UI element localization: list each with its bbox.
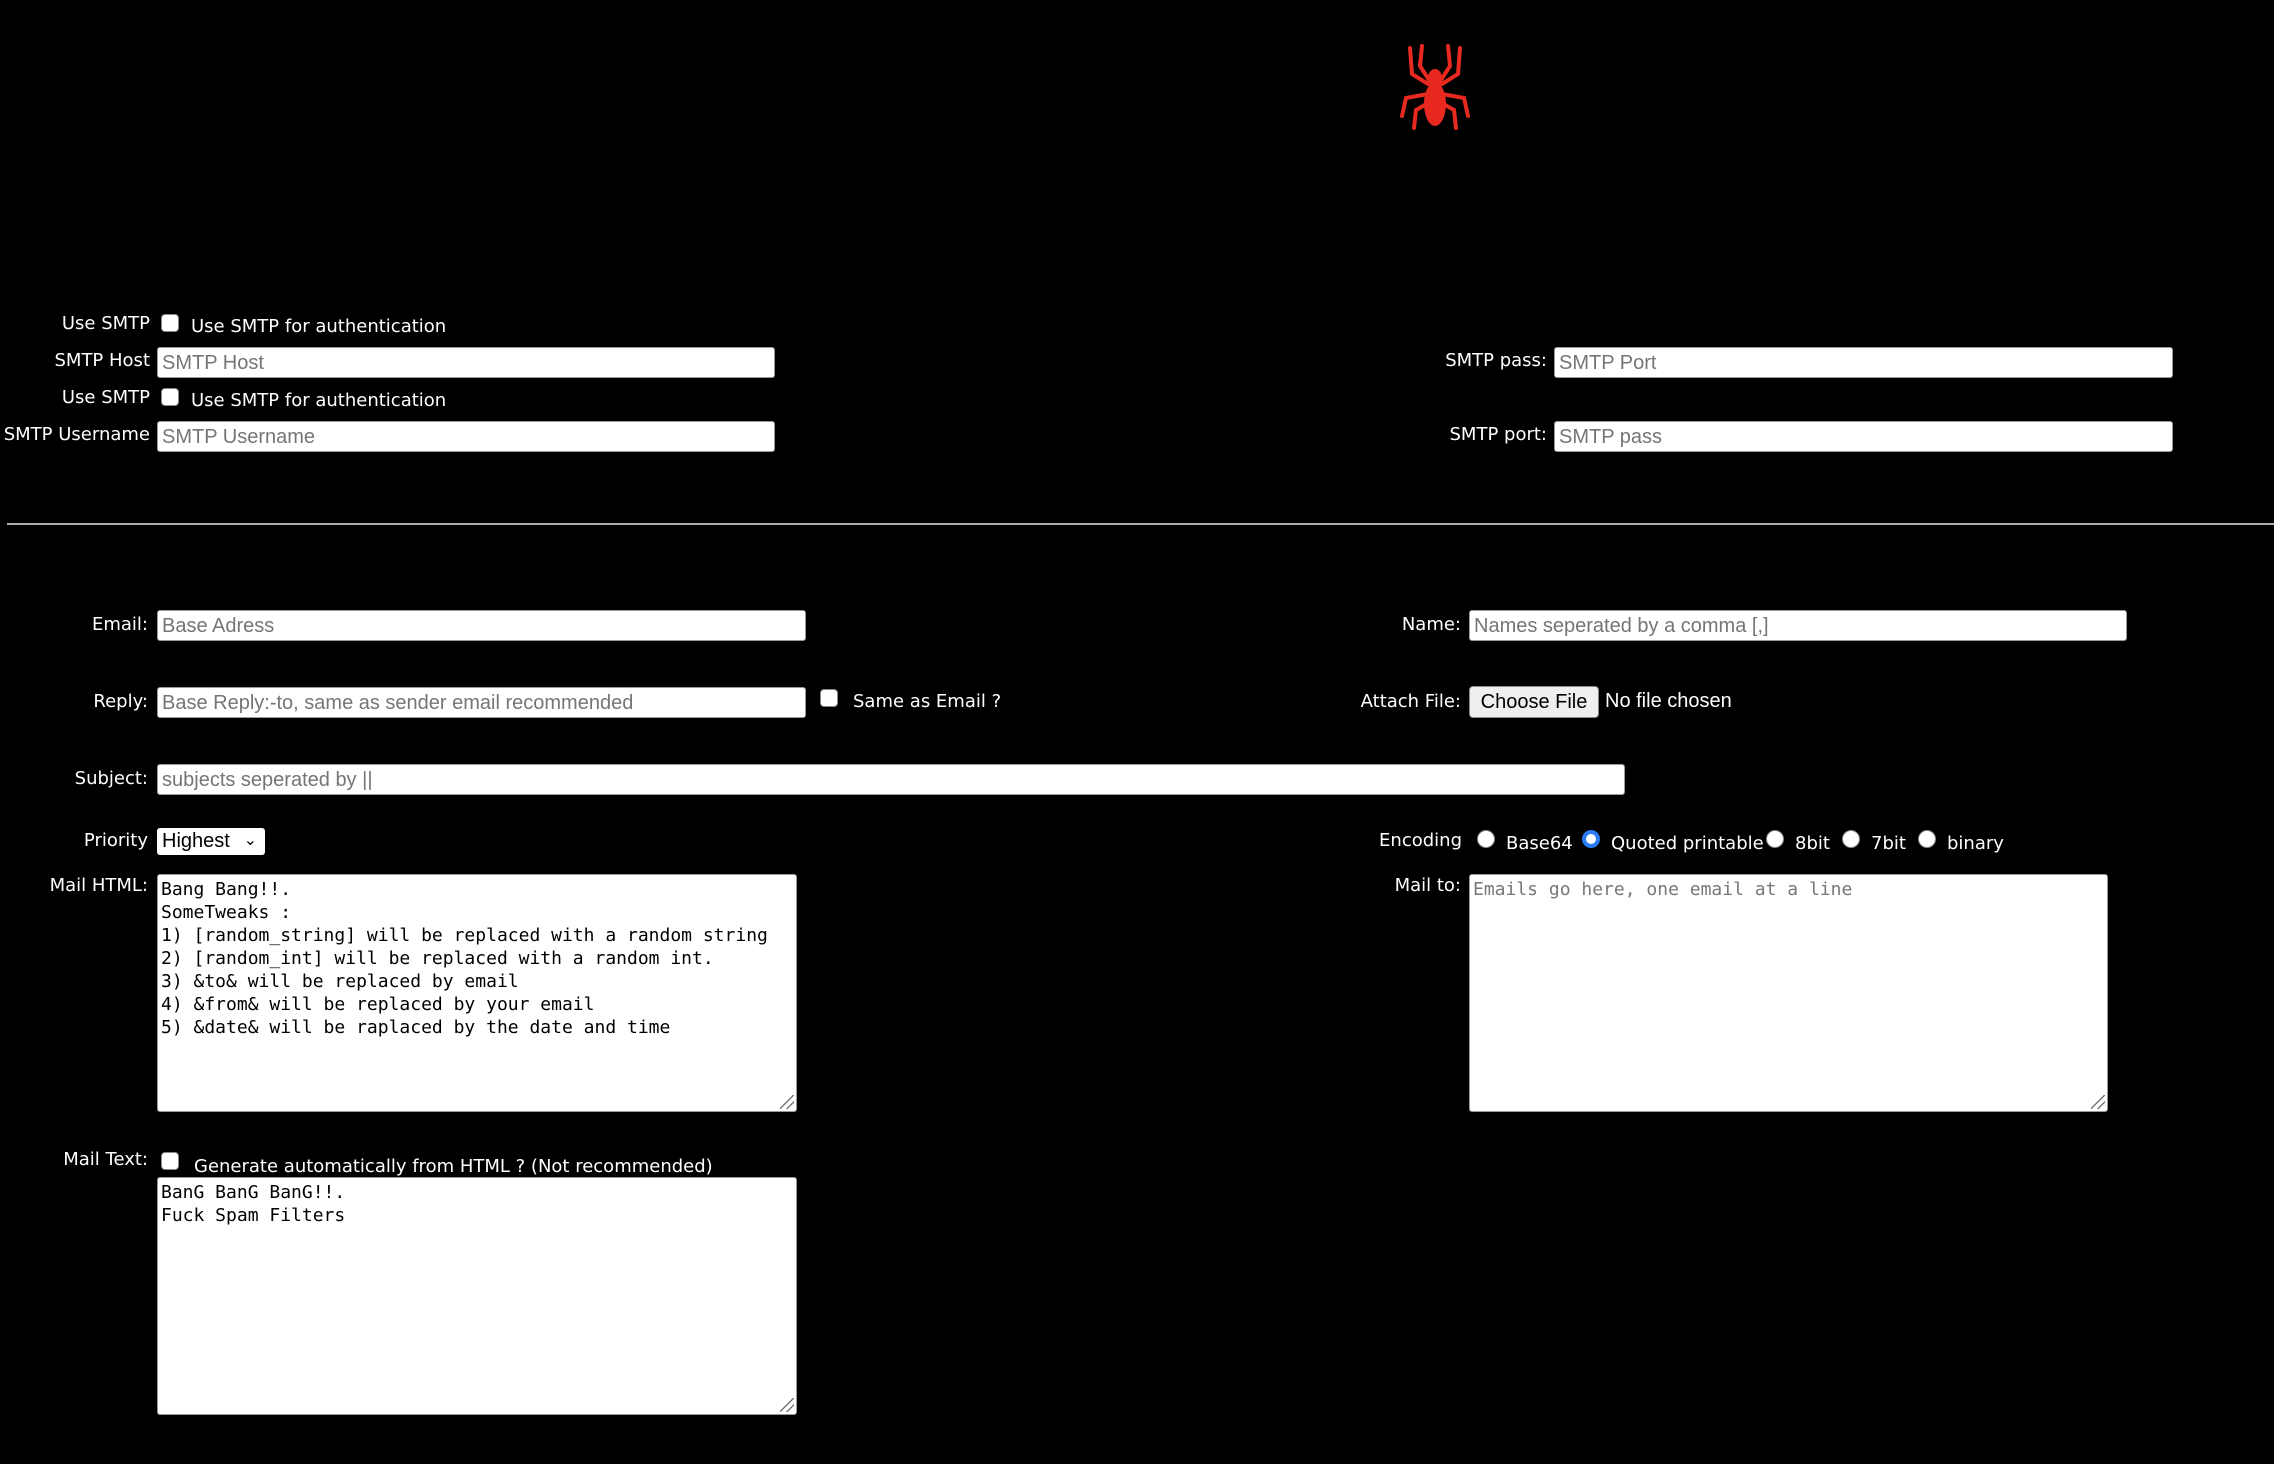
encoding-binary: binary — [1947, 833, 2004, 854]
generate-auto-text: Generate automatically from HTML ? (Not … — [194, 1156, 713, 1177]
encoding-quoted-printable: Quoted printable — [1611, 833, 1764, 854]
radio-8bit[interactable] — [1766, 830, 1784, 848]
radio-7bit[interactable] — [1842, 830, 1860, 848]
generate-auto-checkbox[interactable] — [161, 1152, 179, 1170]
radio-binary[interactable] — [1918, 830, 1936, 848]
encoding-base64: Base64 — [1506, 833, 1573, 854]
name-label: Name: — [1401, 614, 1461, 635]
subject-label: Subject: — [74, 768, 148, 789]
reply-label: Reply: — [93, 691, 148, 712]
priority-label: Priority — [83, 830, 148, 851]
same-as-email-text: Same as Email ? — [853, 691, 1002, 712]
smtp-host-label: SMTP Host — [54, 350, 150, 371]
encoding-7bit: 7bit — [1871, 833, 1906, 854]
smtp-pass-input[interactable]: SMTP Port — [1554, 347, 2173, 378]
reply-input[interactable]: Base Reply:-to, same as sender email rec… — [157, 687, 806, 718]
mail-html-label: Mail HTML: — [49, 875, 148, 896]
resize-handle[interactable] — [2091, 1095, 2105, 1109]
mail-text-label: Mail Text: — [63, 1149, 148, 1170]
spider-icon — [1400, 44, 1470, 130]
encoding-label: Encoding — [1379, 830, 1462, 851]
smtp-host-input[interactable]: SMTP Host — [157, 347, 775, 378]
mail-text-textarea[interactable]: BanG BanG BanG!!. Fuck Spam Filters — [157, 1177, 797, 1415]
mail-text-value: BanG BanG BanG!!. Fuck Spam Filters — [161, 1182, 346, 1226]
use-smtp-checkbox[interactable] — [161, 314, 179, 332]
use-smtp-text: Use SMTP for authentication — [191, 316, 447, 337]
mail-to-placeholder: Emails go here, one email at a line — [1473, 879, 1853, 900]
mail-to-textarea[interactable]: Emails go here, one email at a line — [1469, 874, 2108, 1112]
mail-html-textarea[interactable]: Bang Bang!!. SomeTweaks : 1) [random_str… — [157, 874, 797, 1112]
encoding-8bit: 8bit — [1795, 833, 1830, 854]
resize-handle[interactable] — [780, 1095, 794, 1109]
mail-html-value: Bang Bang!!. SomeTweaks : 1) [random_str… — [161, 879, 768, 1038]
smtp-username-input[interactable]: SMTP Username — [157, 421, 775, 452]
name-input[interactable]: Names seperated by a comma [,] — [1469, 610, 2127, 641]
resize-handle[interactable] — [780, 1398, 794, 1412]
smtp-port-label: SMTP port: — [1449, 424, 1548, 445]
smtp-port-input[interactable]: SMTP pass — [1554, 421, 2173, 452]
radio-quoted-printable[interactable] — [1582, 830, 1600, 848]
choose-file-button[interactable]: Choose File — [1469, 686, 1599, 718]
same-as-email-checkbox[interactable] — [820, 689, 838, 707]
subject-input[interactable]: subjects seperated by || — [157, 764, 1625, 795]
priority-value: Highest — [162, 830, 230, 852]
radio-base64[interactable] — [1477, 830, 1495, 848]
email-label: Email: — [91, 614, 148, 635]
email-input[interactable]: Base Adress — [157, 610, 806, 641]
use-smtp-label: Use SMTP — [61, 313, 150, 334]
attach-file-label: Attach File: — [1360, 691, 1461, 712]
mail-to-label: Mail to: — [1394, 875, 1461, 896]
use-smtp-text-2: Use SMTP for authentication — [191, 390, 447, 411]
use-smtp-checkbox-2[interactable] — [161, 388, 179, 406]
smtp-pass-label: SMTP pass: — [1445, 350, 1547, 371]
use-smtp-label-2: Use SMTP — [61, 387, 150, 408]
no-file-text: No file chosen — [1605, 690, 1732, 712]
smtp-username-label: SMTP Username — [3, 424, 150, 445]
priority-select[interactable]: Highest ⌄ — [157, 828, 265, 855]
chevron-down-icon: ⌄ — [243, 832, 257, 849]
divider — [7, 523, 2274, 525]
